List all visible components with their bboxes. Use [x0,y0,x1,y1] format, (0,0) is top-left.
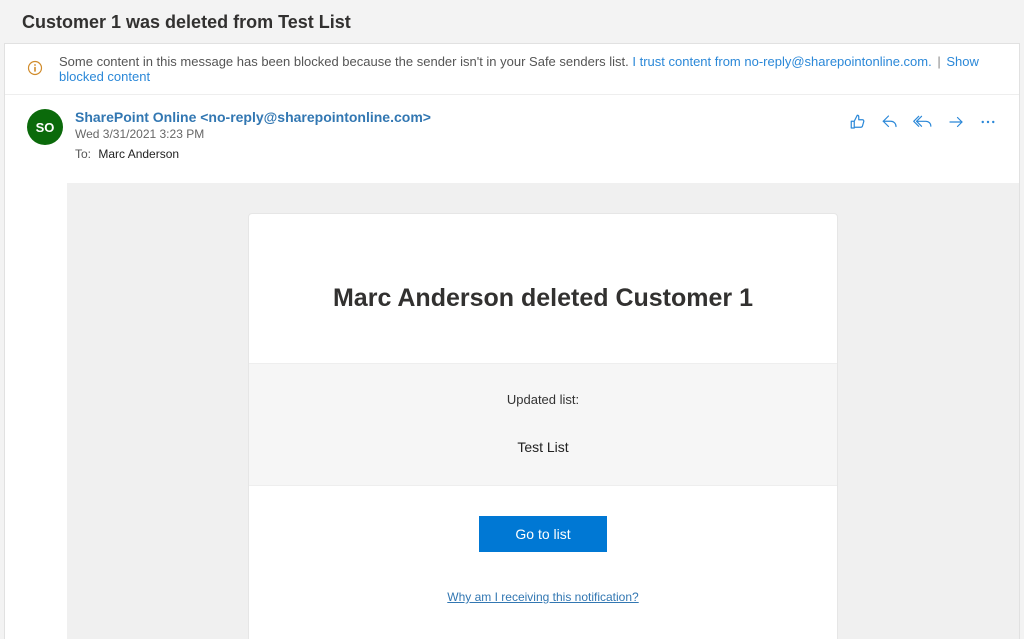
page-title: Customer 1 was deleted from Test List [0,0,1024,43]
sender-display-name: SharePoint Online [75,109,196,125]
sender-avatar[interactable]: SO [27,109,63,145]
why-receiving-link[interactable]: Why am I receiving this notification? [447,590,638,604]
to-line: To: Marc Anderson [75,147,849,161]
notification-card: Marc Anderson deleted Customer 1 Updated… [248,213,838,639]
card-bottom-section: Go to list Why am I receiving this notif… [249,486,837,639]
to-label: To: [75,147,91,161]
message-timestamp: Wed 3/31/2021 3:23 PM [75,127,849,141]
infobar-text: Some content in this message has been bl… [59,54,997,84]
sender-name-line[interactable]: SharePoint Online <no-reply@sharepointon… [75,109,849,125]
header-meta: SharePoint Online <no-reply@sharepointon… [75,109,849,161]
go-to-list-button[interactable]: Go to list [479,516,606,552]
reply-button[interactable] [881,113,899,131]
info-icon [27,60,43,79]
message-container: Some content in this message has been bl… [4,43,1020,639]
to-recipient: Marc Anderson [98,147,179,161]
updated-list-label: Updated list: [269,392,817,407]
reply-all-button[interactable] [913,113,933,131]
card-title: Marc Anderson deleted Customer 1 [249,214,837,364]
message-body: Marc Anderson deleted Customer 1 Updated… [67,183,1019,639]
forward-button[interactable] [947,113,965,131]
message-header: SO SharePoint Online <no-reply@sharepoin… [5,95,1019,171]
card-middle-section: Updated list: Test List [249,364,837,486]
trust-sender-link[interactable]: I trust content from no-reply@sharepoint… [632,54,931,69]
list-name: Test List [269,439,817,455]
sender-email: <no-reply@sharepointonline.com> [200,109,431,125]
like-button[interactable] [849,113,867,131]
message-actions [849,109,997,131]
more-actions-button[interactable] [979,113,997,131]
blocked-content-infobar: Some content in this message has been bl… [5,44,1019,95]
infobar-message: Some content in this message has been bl… [59,54,629,69]
